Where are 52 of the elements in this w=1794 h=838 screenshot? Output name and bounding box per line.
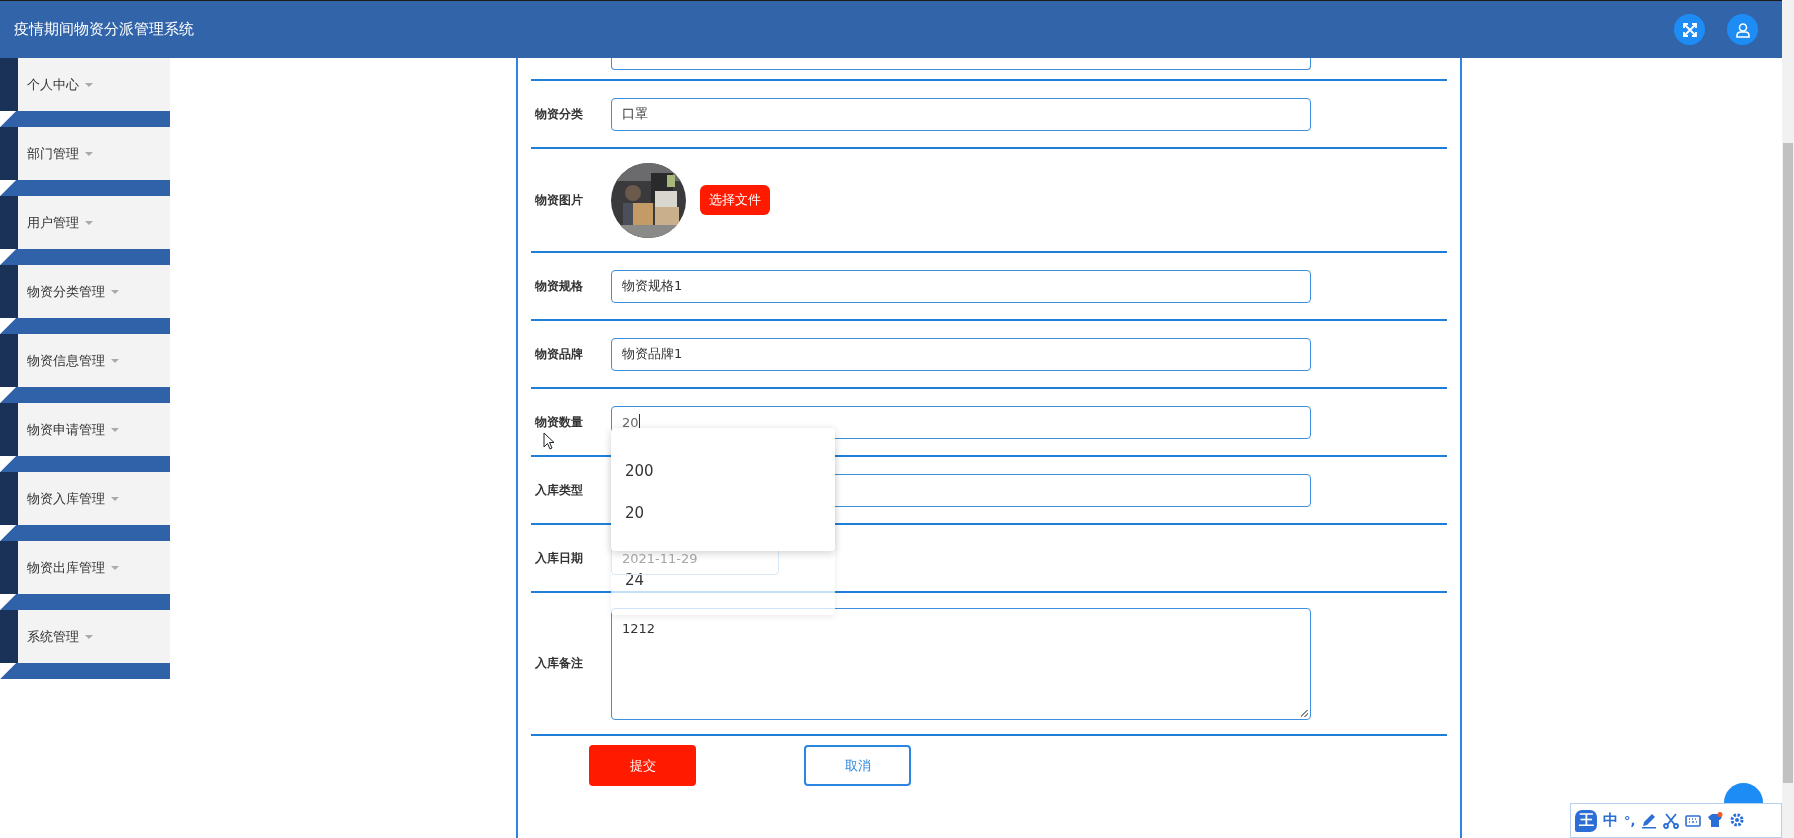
sidebar-item[interactable]: 个人中心	[0, 58, 170, 111]
fullscreen-button[interactable]	[1674, 14, 1705, 45]
ime-logo[interactable]: 王	[1575, 809, 1597, 832]
suggestion-option[interactable]: 200	[611, 450, 835, 492]
sidebar-item[interactable]: 部门管理	[0, 127, 170, 180]
settings-icon[interactable]	[1729, 812, 1746, 829]
resize-handle-icon	[1301, 709, 1308, 717]
caret-icon	[111, 427, 119, 432]
user-icon	[1734, 21, 1751, 38]
user-button[interactable]	[1727, 14, 1758, 45]
sidebar-item[interactable]: 物资信息管理	[0, 334, 170, 387]
sidebar-item[interactable]: 物资出库管理	[0, 541, 170, 594]
caret-icon	[111, 496, 119, 501]
input-field[interactable]: 口罩	[611, 97, 1311, 131]
caret-icon	[111, 358, 119, 363]
input-field[interactable]: 物资品牌1	[611, 337, 1311, 371]
textarea-field[interactable]: 1212	[611, 607, 1311, 720]
field-label: 物资数量	[534, 413, 584, 431]
caret-icon	[111, 565, 119, 570]
pen-icon[interactable]	[1641, 812, 1658, 829]
floating-button[interactable]	[1724, 783, 1763, 803]
sidebar-item[interactable]: 物资入库管理	[0, 472, 170, 525]
sidebar-item[interactable]: 物资分类管理	[0, 265, 170, 318]
choose-file-button[interactable]: 选择文件	[700, 185, 770, 215]
fullscreen-icon	[1681, 21, 1698, 38]
field-label: 物资分类	[534, 105, 584, 123]
input-field[interactable]: 20	[611, 405, 1311, 439]
ime-punctuation[interactable]: °,	[1624, 813, 1636, 828]
scissors-icon[interactable]	[1663, 812, 1680, 829]
cancel-button[interactable]: 取消	[804, 745, 911, 786]
sidebar-item[interactable]: 用户管理	[0, 196, 170, 249]
field-label: 入库备注	[534, 655, 584, 672]
sidebar-item[interactable]: 物资申请管理	[0, 403, 170, 456]
shirt-icon[interactable]	[1707, 812, 1724, 829]
field-label: 物资规格	[534, 277, 584, 295]
sidebar-item[interactable]: 系统管理	[0, 610, 170, 663]
field-label: 物资图片	[534, 191, 584, 209]
caret-icon	[85, 82, 93, 87]
suggestion-option[interactable]: 20	[611, 492, 835, 534]
keyboard-icon[interactable]	[1685, 812, 1702, 829]
input-field[interactable]: 物资规格1	[611, 269, 1311, 303]
field-label: 入库类型	[534, 481, 584, 499]
caret-icon	[111, 289, 119, 294]
submit-button[interactable]: 提交	[589, 745, 696, 786]
app-title: 疫情期间物资分派管理系统	[14, 20, 194, 39]
field-label: 物资品牌	[534, 345, 584, 363]
cursor-icon	[543, 432, 555, 450]
caret-icon	[85, 220, 93, 225]
field-label: 入库日期	[534, 549, 584, 567]
caret-icon	[85, 634, 93, 639]
ime-mode[interactable]: 中	[1603, 811, 1618, 830]
caret-icon	[85, 151, 93, 156]
